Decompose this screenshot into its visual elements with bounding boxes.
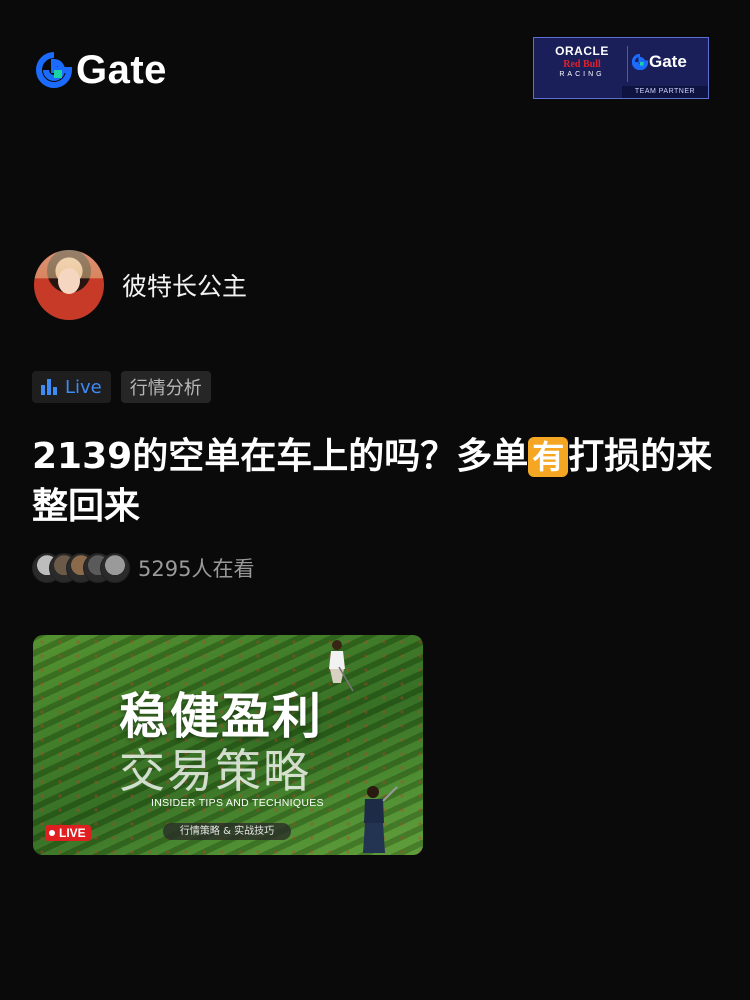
redbull-text: Red Bull <box>563 59 601 70</box>
golfer-figure-icon <box>363 786 398 853</box>
live-badge: LIVE <box>45 825 91 841</box>
author-avatar[interactable] <box>34 250 104 320</box>
partner-gate-text: Gate <box>649 52 687 71</box>
gate-mini-icon <box>632 54 648 70</box>
racing-text: RACING <box>559 71 605 78</box>
logo-text: Gate <box>76 48 167 92</box>
team-partner-banner[interactable]: ORACLE Red Bull RACING Gate TEAM PARTNER <box>533 37 709 99</box>
oracle-text: ORACLE <box>555 44 609 58</box>
you-emoji-icon: 有 <box>528 437 569 477</box>
partner-gate-logo: Gate <box>632 52 687 72</box>
live-tag[interactable]: Live <box>32 371 111 403</box>
author-row[interactable]: 彼特长公主 <box>34 250 247 320</box>
gate-logo-icon <box>36 52 72 88</box>
live-dot-icon <box>49 830 55 836</box>
live-bars-icon <box>41 379 57 395</box>
live-tag-label: Live <box>65 376 102 398</box>
cover-subtitle: INSIDER TIPS AND TECHNIQUES <box>151 797 324 809</box>
author-name[interactable]: 彼特长公主 <box>122 267 247 303</box>
viewer-avatar <box>100 553 130 583</box>
post-title[interactable]: 2139的空单在车上的吗？多单有打损的来整回来 <box>32 432 722 532</box>
live-cover-image[interactable]: 稳健盈利 交易策略 INSIDER TIPS AND TECHNIQUES 行情… <box>33 635 423 855</box>
oracle-redbull-racing-logo: ORACLE Red Bull RACING <box>542 44 622 78</box>
category-tag[interactable]: 行情分析 <box>120 371 211 403</box>
title-text-1: 2139的空单在车上的吗？多单 <box>32 436 529 477</box>
cover-headline-2: 交易策略 <box>119 744 311 798</box>
partner-divider <box>627 46 628 82</box>
gate-logo[interactable]: Gate <box>36 50 167 90</box>
team-partner-label: TEAM PARTNER <box>622 86 708 98</box>
live-badge-label: LIVE <box>59 826 86 840</box>
viewer-avatars <box>32 553 130 583</box>
post-tags: Live 行情分析 <box>32 371 211 403</box>
cover-pill: 行情策略 & 实战技巧 <box>163 823 291 840</box>
viewer-count: 5295人在看 <box>138 557 255 581</box>
viewers-row: 5295人在看 <box>32 553 254 583</box>
